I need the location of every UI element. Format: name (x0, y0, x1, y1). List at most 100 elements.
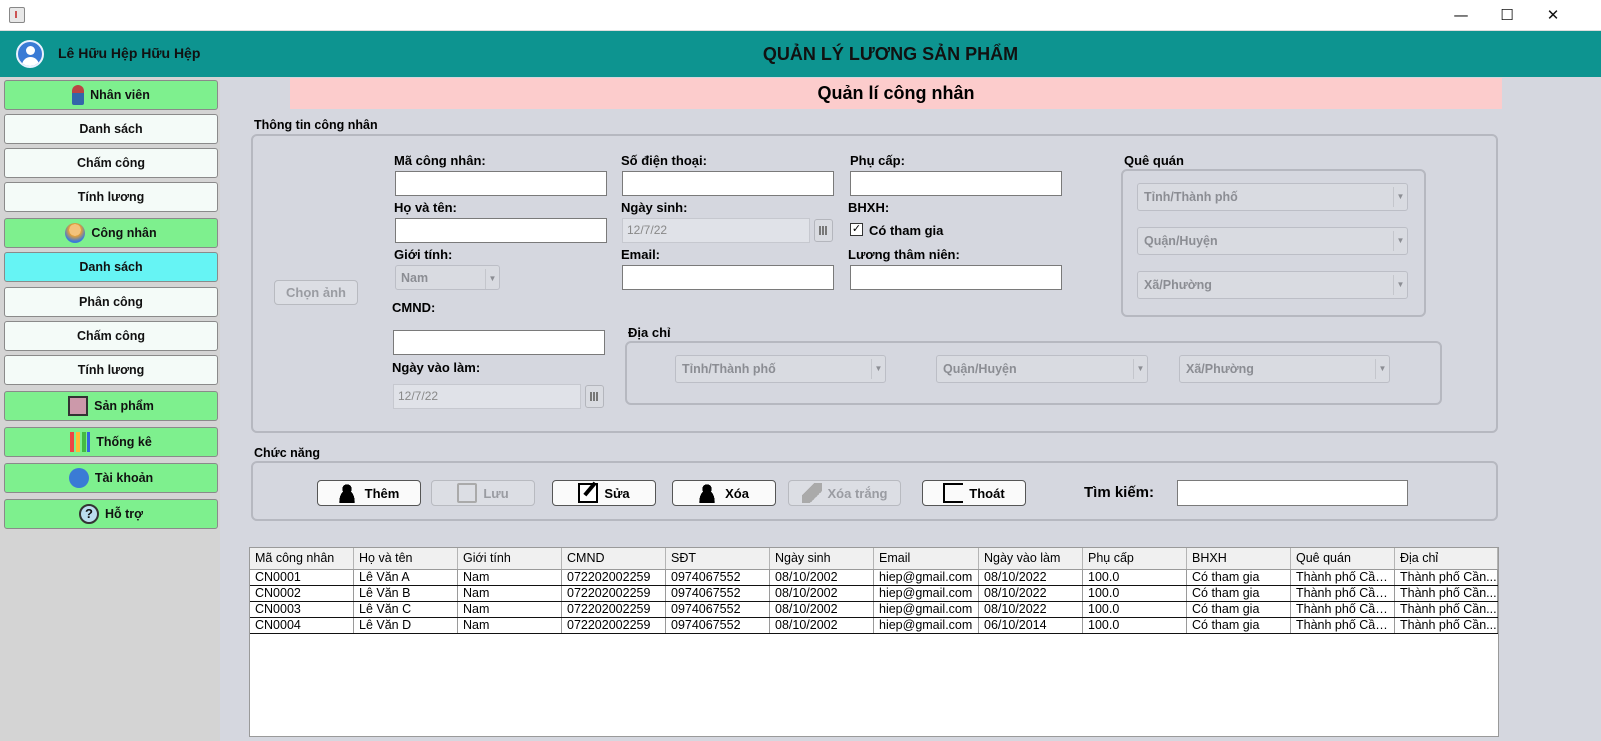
table-cell: Nam (458, 602, 562, 617)
diachi-huyen-value: Quận/Huyện (943, 362, 1017, 376)
sidebar-item-label: Chấm công (76, 329, 146, 343)
save-button-label: Lưu (483, 485, 509, 501)
quequan-xa-select[interactable]: Xã/Phường ▼ (1137, 271, 1408, 299)
table-cell: Lê Văn C (354, 602, 458, 617)
column-header[interactable]: BHXH (1187, 548, 1291, 569)
help-icon: ? (78, 504, 99, 524)
table-cell: 100.0 (1083, 586, 1187, 601)
sidebar-item-label: Phân công (79, 295, 143, 309)
table-row[interactable]: CN0003 Lê Văn C Nam 072202002259 0974067552 0… (250, 602, 1498, 618)
column-header[interactable]: Quê quán (1291, 548, 1395, 569)
column-header[interactable]: Họ và tên (354, 548, 458, 569)
sidebar-item-cn-tinh-luong[interactable]: Tính lương (4, 355, 218, 385)
luong-tham-nien-field[interactable] (850, 265, 1062, 290)
search-input[interactable] (1177, 480, 1408, 506)
quequan-huyen-value: Quận/Huyện (1144, 234, 1218, 248)
column-header[interactable]: Ngày vào làm (979, 548, 1083, 569)
sidebar-item-ho-tro[interactable]: ? Hỗ trợ (4, 499, 218, 529)
sidebar: Nhân viên Danh sách Chấm công Tính lương… (0, 77, 220, 741)
cmnd-field[interactable] (393, 330, 605, 355)
table-cell: 06/10/2014 (979, 618, 1083, 633)
gioi-tinh-select[interactable]: Nam ▼ (395, 265, 500, 290)
table-cell: 08/10/2002 (770, 618, 874, 633)
chevron-down-icon: ▼ (1393, 231, 1407, 251)
app-title: QUẢN LÝ LƯƠNG SẢN PHẨM (762, 44, 1019, 64)
phu-cap-field[interactable] (850, 171, 1062, 196)
actions-group-label: Chức năng (254, 446, 320, 460)
sidebar-item-nv-tinh-luong[interactable]: Tính lương (4, 182, 218, 212)
clear-button[interactable]: Xóa trắng (788, 480, 901, 506)
edit-button[interactable]: Sửa (552, 480, 656, 506)
bhxh-checkbox-label[interactable]: Có tham gia (869, 223, 943, 238)
diachi-label: Địa chỉ (628, 325, 671, 340)
gioi-tinh-value: Nam (401, 271, 429, 285)
employee-icon (72, 85, 85, 105)
minimize-button[interactable]: — (1438, 0, 1484, 30)
calendar-icon[interactable] (814, 219, 833, 242)
save-button[interactable]: Lưu (431, 480, 535, 506)
page-title: Quản lí công nhân (290, 78, 1502, 109)
column-header[interactable]: Ngày sinh (770, 548, 874, 569)
close-button[interactable]: ✕ (1530, 0, 1576, 30)
sidebar-item-cong-nhan[interactable]: Công nhân (4, 218, 218, 248)
exit-icon (943, 483, 964, 503)
maximize-button[interactable]: ☐ (1484, 0, 1530, 30)
table-cell: 072202002259 (562, 586, 666, 601)
sidebar-item-nv-danh-sach[interactable]: Danh sách (4, 114, 218, 144)
sidebar-item-label: Tài khoản (94, 471, 154, 485)
column-header[interactable]: Phụ cấp (1083, 548, 1187, 569)
sidebar-item-tai-khoan[interactable]: Tài khoản (4, 463, 218, 493)
table-cell: CN0004 (250, 618, 354, 633)
quequan-tinh-select[interactable]: Tỉnh/Thành phố ▼ (1137, 183, 1408, 211)
chevron-down-icon: ▼ (1133, 359, 1147, 379)
column-header[interactable]: Mã công nhân (250, 548, 354, 569)
email-label: Email: (621, 247, 661, 262)
sidebar-item-san-pham[interactable]: Sản phẩm (4, 391, 218, 421)
table-cell: 0974067552 (666, 618, 770, 633)
calendar-icon[interactable] (585, 385, 604, 408)
sidebar-item-label: Danh sách (79, 260, 143, 274)
window-titlebar: — ☐ ✕ (0, 0, 1601, 31)
column-header[interactable]: Địa chỉ (1395, 548, 1498, 569)
table-cell: Có tham gia (1187, 602, 1291, 617)
bhxh-checkbox[interactable]: ✓ (850, 223, 863, 236)
exit-button[interactable]: Thoát (922, 480, 1026, 506)
ho-ten-field[interactable] (395, 218, 607, 243)
sidebar-item-thong-ke[interactable]: Thống kê (4, 427, 218, 457)
sidebar-item-nv-cham-cong[interactable]: Chấm công (4, 148, 218, 178)
add-button[interactable]: Thêm (317, 480, 421, 506)
diachi-xa-select[interactable]: Xã/Phường ▼ (1179, 355, 1390, 383)
chart-icon (70, 432, 91, 452)
table-row[interactable]: CN0002 Lê Văn B Nam 072202002259 0974067552 0… (250, 586, 1498, 602)
choose-photo-button[interactable]: Chọn ảnh (274, 280, 358, 305)
sidebar-item-label: Tính lương (77, 363, 145, 377)
table-cell: Thành phố Cần ... (1291, 570, 1395, 585)
column-header[interactable]: Giới tính (458, 548, 562, 569)
table-row[interactable]: CN0001 Lê Văn A Nam 072202002259 0974067552 0… (250, 570, 1498, 586)
sidebar-item-cn-cham-cong[interactable]: Chấm công (4, 321, 218, 351)
so-dien-thoai-field[interactable] (622, 171, 834, 196)
table-row[interactable]: CN0004 Lê Văn D Nam 072202002259 0974067552 0… (250, 618, 1498, 634)
sidebar-item-cn-phan-cong[interactable]: Phân công (4, 287, 218, 317)
sidebar-item-nhan-vien[interactable]: Nhân viên (4, 80, 218, 110)
column-header[interactable]: Email (874, 548, 979, 569)
table-cell: CN0002 (250, 586, 354, 601)
ma-cong-nhan-field[interactable] (395, 171, 607, 196)
table-cell: Có tham gia (1187, 586, 1291, 601)
ngay-sinh-field[interactable]: 12/7/22 (622, 218, 810, 243)
hoten-label: Họ và tên: (394, 200, 457, 215)
email-field[interactable] (622, 265, 834, 290)
table-cell: Lê Văn D (354, 618, 458, 633)
column-header[interactable]: CMND (562, 548, 666, 569)
sidebar-item-cn-danh-sach[interactable]: Danh sách (4, 252, 218, 282)
table-cell: Nam (458, 570, 562, 585)
ngayvaolam-label: Ngày vào làm: (392, 360, 481, 375)
ngay-vao-lam-field[interactable]: 12/7/22 (393, 384, 581, 409)
diachi-huyen-select[interactable]: Quận/Huyện ▼ (936, 355, 1148, 383)
quequan-huyen-select[interactable]: Quận/Huyện ▼ (1137, 227, 1408, 255)
delete-button[interactable]: Xóa (672, 480, 776, 506)
column-header[interactable]: SĐT (666, 548, 770, 569)
ma-label: Mã công nhân: (394, 153, 486, 168)
diachi-tinh-select[interactable]: Tỉnh/Thành phố ▼ (675, 355, 886, 383)
table-cell: 0974067552 (666, 602, 770, 617)
